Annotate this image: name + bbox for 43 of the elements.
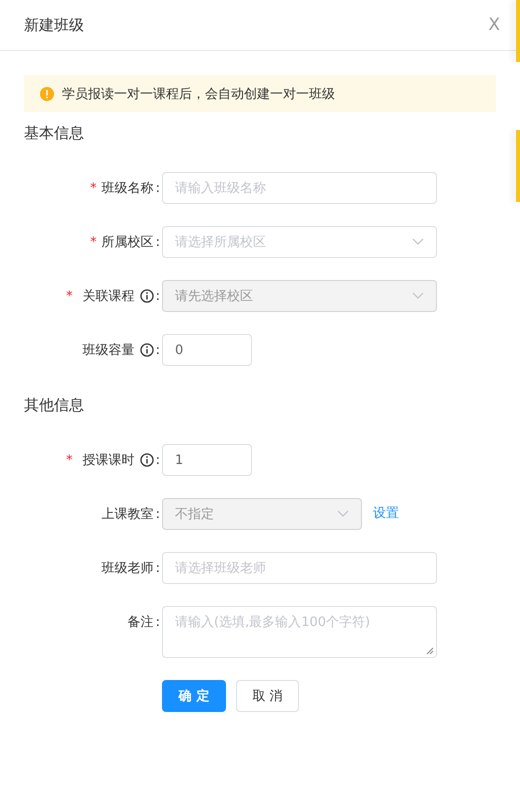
info-icon (140, 453, 154, 467)
required-mark: * (66, 452, 73, 468)
label-colon: : (156, 234, 160, 250)
label-colon: : (156, 452, 160, 468)
field-label: 上课教室 (102, 506, 154, 523)
close-button[interactable]: X (488, 16, 500, 34)
warning-icon (40, 86, 54, 100)
field-label: 备注 (128, 614, 154, 631)
required-mark: * (90, 180, 97, 196)
background-tab-edge (516, 130, 520, 202)
field-label: 班级名称 (102, 180, 154, 197)
background-tab-edge (516, 0, 520, 62)
label-colon: : (156, 180, 160, 196)
label-colon: : (156, 288, 160, 304)
input-field[interactable]: 0 (162, 334, 252, 366)
field-label: 所属校区 (102, 234, 154, 251)
required-mark: * (90, 234, 97, 250)
label-colon: : (156, 342, 160, 358)
label-colon: : (156, 506, 160, 522)
field-label: 班级老师 (102, 560, 154, 577)
field-label: 关联课程 (82, 288, 135, 305)
textarea-field[interactable]: 请输入(选填,最多输入100个字符) (162, 606, 437, 658)
confirm-button[interactable]: 确 定 (162, 680, 226, 712)
info-icon (140, 343, 154, 357)
field-label: 授课课时 (82, 452, 135, 469)
label-colon: : (156, 614, 160, 630)
input-field[interactable]: 请输入班级名称 (162, 172, 437, 204)
info-icon (140, 289, 154, 303)
section-title: 其他信息 (24, 395, 85, 416)
resize-handle-icon[interactable] (426, 647, 434, 655)
label-colon: : (156, 560, 160, 576)
chevron-down-icon (337, 510, 349, 518)
input-field[interactable]: 1 (162, 444, 252, 476)
cancel-button[interactable]: 取 消 (236, 680, 299, 712)
select-field[interactable]: 请选择所属校区 (162, 226, 437, 258)
input-field[interactable]: 请选择班级老师 (162, 552, 437, 584)
required-mark: * (66, 288, 73, 304)
dialog-title: 新建班级 (24, 16, 84, 34)
notice-text: 学员报读一对一课程后，会自动创建一对一班级 (62, 86, 335, 102)
field-label: 班级容量 (82, 342, 135, 359)
chevron-down-icon (412, 292, 424, 300)
chevron-down-icon (412, 238, 424, 246)
section-title: 基本信息 (24, 123, 85, 144)
